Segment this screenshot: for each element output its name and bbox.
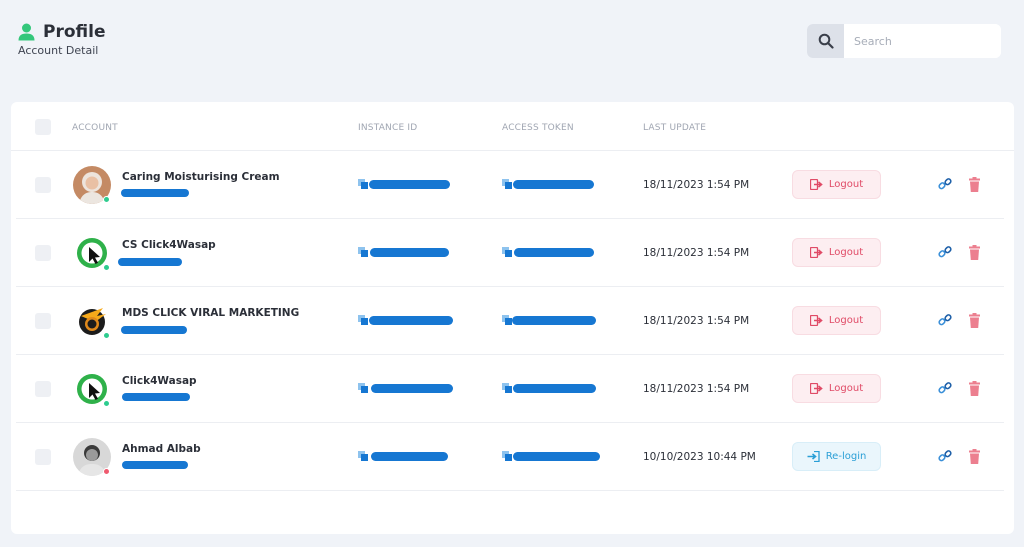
copy-icon[interactable] (502, 383, 512, 393)
link-icon[interactable] (938, 245, 952, 259)
copy-icon[interactable] (502, 247, 512, 257)
row-checkbox[interactable] (35, 313, 51, 329)
relogin-button[interactable]: Re-login (792, 442, 881, 471)
table-row: CS Click4Wasap 18/11/2023 1:54 PM Logout (16, 219, 1004, 287)
last-update: 18/11/2023 1:54 PM (643, 383, 750, 395)
logout-label: Logout (828, 179, 864, 190)
login-icon (807, 451, 820, 462)
copy-icon[interactable] (358, 247, 368, 257)
access-token-redacted (513, 452, 600, 461)
status-online-dot (103, 332, 110, 339)
search-icon (818, 33, 834, 49)
logout-icon (809, 383, 823, 394)
account-id-redacted (122, 393, 190, 401)
instance-id-redacted (371, 452, 448, 461)
account-name: Caring Moisturising Cream (122, 171, 280, 183)
user-icon (18, 23, 35, 41)
access-token-redacted (514, 248, 594, 257)
logout-button[interactable]: Logout (792, 170, 881, 199)
row-checkbox[interactable] (35, 381, 51, 397)
trash-icon[interactable] (968, 313, 981, 328)
link-icon[interactable] (938, 449, 952, 463)
page-title: Profile (43, 22, 106, 42)
instance-id-redacted (370, 248, 449, 257)
account-name: Ahmad Albab (122, 443, 201, 455)
copy-icon[interactable] (358, 315, 368, 325)
page-subtitle: Account Detail (18, 44, 99, 57)
logout-icon (809, 315, 823, 326)
status-online-dot (103, 264, 110, 271)
search-button[interactable] (807, 24, 844, 58)
logout-label: Logout (828, 383, 864, 394)
trash-icon[interactable] (968, 449, 981, 464)
link-icon[interactable] (938, 313, 952, 327)
logout-icon (809, 247, 823, 258)
logout-button[interactable]: Logout (792, 374, 881, 403)
account-id-redacted (121, 326, 187, 334)
row-checkbox[interactable] (35, 245, 51, 261)
account-name: MDS CLICK VIRAL MARKETING (122, 307, 300, 319)
logout-button[interactable]: Logout (792, 238, 881, 267)
account-id-redacted (122, 461, 188, 469)
last-update: 18/11/2023 1:54 PM (643, 315, 750, 327)
copy-icon[interactable] (502, 179, 512, 189)
logout-icon (809, 179, 823, 190)
column-header-account: ACCOUNT (72, 123, 118, 133)
relogin-label: Re-login (825, 451, 867, 462)
column-header-instance-id: INSTANCE ID (358, 123, 418, 133)
link-icon[interactable] (938, 381, 952, 395)
last-update: 10/10/2023 10:44 PM (643, 451, 756, 463)
access-token-redacted (512, 316, 596, 325)
instance-id-redacted (369, 316, 453, 325)
copy-icon[interactable] (502, 315, 512, 325)
select-all-checkbox[interactable] (35, 119, 51, 135)
copy-icon[interactable] (502, 451, 512, 461)
search-bar (807, 24, 1001, 58)
table-row: Caring Moisturising Cream 18/11/2023 1:5… (16, 151, 1004, 219)
instance-id-redacted (369, 180, 450, 189)
account-id-redacted (118, 258, 182, 266)
table-header: ACCOUNT INSTANCE ID ACCESS TOKEN LAST UP… (11, 102, 1014, 151)
copy-icon[interactable] (358, 451, 368, 461)
access-token-redacted (513, 180, 594, 189)
page-header: Profile Account Detail (18, 22, 105, 57)
row-checkbox[interactable] (35, 177, 51, 193)
logout-label: Logout (828, 315, 864, 326)
account-name: CS Click4Wasap (122, 239, 216, 251)
trash-icon[interactable] (968, 177, 981, 192)
column-header-access-token: ACCESS TOKEN (502, 123, 574, 133)
trash-icon[interactable] (968, 245, 981, 260)
status-offline-dot (103, 468, 110, 475)
link-icon[interactable] (938, 177, 952, 191)
row-checkbox[interactable] (35, 449, 51, 465)
status-online-dot (103, 196, 110, 203)
accounts-card: ACCOUNT INSTANCE ID ACCESS TOKEN LAST UP… (11, 102, 1014, 534)
copy-icon[interactable] (358, 383, 368, 393)
table-row: Click4Wasap 18/11/2023 1:54 PM Logout (16, 355, 1004, 423)
account-id-redacted (121, 189, 189, 197)
table-row: MDS CLICK VIRAL MARKETING 18/11/2023 1:5… (16, 287, 1004, 355)
table-row: Ahmad Albab 10/10/2023 10:44 PM Re-login (16, 423, 1004, 491)
logout-label: Logout (828, 247, 864, 258)
last-update: 18/11/2023 1:54 PM (643, 179, 750, 191)
status-online-dot (103, 400, 110, 407)
copy-icon[interactable] (358, 179, 368, 189)
logout-button[interactable]: Logout (792, 306, 881, 335)
last-update: 18/11/2023 1:54 PM (643, 247, 750, 259)
instance-id-redacted (371, 384, 453, 393)
access-token-redacted (513, 384, 596, 393)
column-header-last-update: LAST UPDATE (643, 123, 707, 133)
search-input[interactable] (844, 24, 1001, 58)
account-name: Click4Wasap (122, 375, 197, 387)
trash-icon[interactable] (968, 381, 981, 396)
